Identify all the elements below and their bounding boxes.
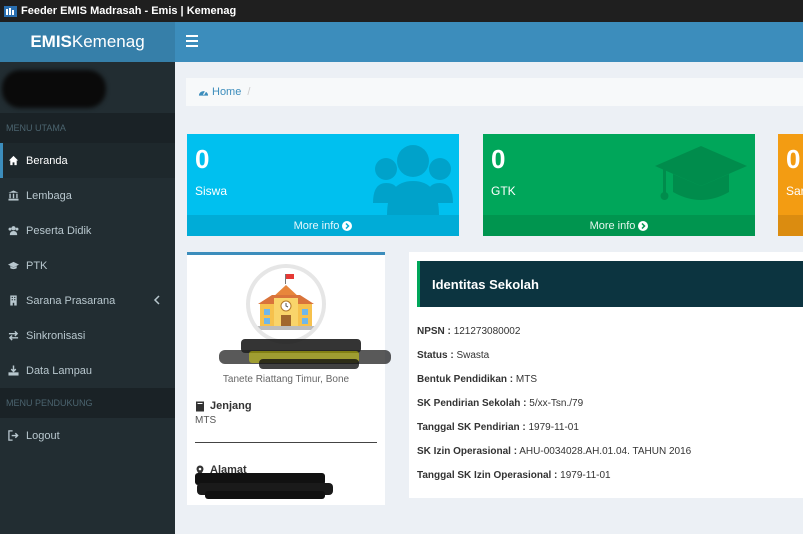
book-icon	[196, 401, 204, 411]
sidebar-item-label: Sinkronisasi	[26, 329, 86, 342]
stat-box-sarana: 0 Sar	[778, 134, 803, 236]
sidebar-item-beranda[interactable]: Beranda	[0, 143, 175, 178]
home-icon	[8, 155, 19, 166]
field-sk-izin-operasional: SK Izin Operasional : AHU-0034028.AH.01.…	[417, 446, 692, 457]
sidebar: MENU UTAMA Beranda Lembaga Peserta Didik…	[0, 62, 175, 534]
redacted-user-info	[2, 70, 106, 108]
download-icon	[8, 365, 19, 376]
field-bentuk-pendidikan: Bentuk Pendidikan : MTS	[417, 374, 538, 385]
sidebar-item-lembaga[interactable]: Lembaga	[0, 178, 175, 213]
sidebar-section-support: MENU PENDUKUNG	[0, 388, 175, 418]
user-panel	[0, 62, 175, 113]
school-profile-card: Tanete Riattang Timur, Bone Jenjang MTS …	[187, 252, 391, 505]
sidebar-item-label: Peserta Didik	[26, 224, 92, 237]
school-location: Tanete Riattang Timur, Bone	[222, 374, 350, 385]
siswa-label: Siswa	[195, 184, 228, 198]
users-icon	[8, 226, 19, 236]
field-sk-pendirian: SK Pendirian Sekolah : 5/xx-Tsn./79	[417, 398, 584, 409]
window-titlebar: Feeder EMIS Madrasah - Emis | Kemenag	[0, 0, 803, 22]
sidebar-item-peserta-didik[interactable]: Peserta Didik	[0, 213, 175, 248]
identitas-sekolah-title: Identitas Sekolah	[417, 261, 803, 307]
jenjang-value: MTS	[195, 415, 217, 426]
stat-box-gtk: 0 GTK More info	[483, 134, 755, 236]
siswa-more-info-link[interactable]: More info	[187, 215, 459, 236]
sidebar-section-main: MENU UTAMA	[0, 113, 175, 143]
arrow-circle-right-icon	[342, 220, 353, 231]
users-icon	[373, 145, 453, 215]
app-icon	[4, 5, 17, 17]
more-info-label: More info	[589, 219, 636, 232]
chevron-left-icon	[153, 295, 160, 305]
sarana-label: Sar	[786, 184, 803, 198]
dashboard-icon	[198, 90, 209, 96]
building-icon	[10, 295, 17, 306]
gtk-more-info-link[interactable]: More info	[483, 215, 755, 236]
logo-bold-text: EMIS	[30, 32, 72, 51]
exchange-icon	[8, 330, 19, 341]
sidebar-item-label: Lembaga	[26, 189, 72, 202]
jenjang-label: Jenjang	[195, 400, 252, 412]
breadcrumb: Home /	[186, 78, 803, 106]
breadcrumb-separator: /	[247, 86, 251, 98]
identitas-sekolah-card: Identitas Sekolah NPSN : 121273080002 St…	[409, 252, 803, 498]
divider	[195, 442, 377, 443]
gtk-count: 0	[491, 144, 506, 174]
sarana-count: 0	[786, 144, 801, 174]
sidebar-item-sinkronisasi[interactable]: Sinkronisasi	[0, 318, 175, 353]
redacted-school-name	[219, 339, 391, 369]
sidebar-item-label: Sarana Prasarana	[26, 294, 116, 307]
app-logo[interactable]: EMIS Kemenag	[0, 22, 175, 62]
sidebar-item-ptk[interactable]: PTK	[0, 248, 175, 283]
graduation-cap-icon	[655, 146, 747, 200]
field-npsn: NPSN : 121273080002	[417, 326, 521, 337]
sidebar-item-label: Data Lampau	[26, 364, 93, 377]
arrow-circle-right-icon	[638, 220, 649, 231]
sidebar-item-data-lampau[interactable]: Data Lampau	[0, 353, 175, 388]
school-building-icon	[256, 274, 316, 330]
logo-light-text: Kemenag	[71, 32, 145, 51]
bank-icon	[8, 190, 19, 201]
school-avatar	[246, 264, 326, 344]
more-info-label: More info	[293, 219, 340, 232]
gtk-label: GTK	[491, 184, 516, 198]
top-navbar	[175, 22, 803, 62]
field-tanggal-sk-pendirian: Tanggal SK Pendirian : 1979-11-01	[417, 422, 579, 433]
sidebar-item-label: PTK	[26, 259, 48, 272]
window-title: Feeder EMIS Madrasah - Emis | Kemenag	[21, 5, 237, 17]
graduation-cap-icon	[8, 261, 19, 270]
breadcrumb-home-link[interactable]: Home	[212, 86, 241, 98]
siswa-count: 0	[195, 144, 210, 174]
main-content: Home / 0 Siswa More info 0 GTK More info	[175, 62, 803, 534]
field-status: Status : Swasta	[417, 350, 490, 361]
sidebar-item-sarana-prasarana[interactable]: Sarana Prasarana	[0, 283, 175, 318]
sidebar-toggle-icon[interactable]	[186, 35, 198, 47]
sidebar-item-logout[interactable]: Logout	[0, 418, 175, 453]
sidebar-item-label: Logout	[26, 429, 60, 442]
sidebar-item-label: Beranda	[26, 154, 68, 167]
redacted-address	[195, 473, 333, 499]
sarana-more-info-link[interactable]	[778, 215, 803, 236]
stat-box-siswa: 0 Siswa More info	[187, 134, 459, 236]
sign-out-icon	[8, 430, 19, 441]
field-tanggal-sk-izin-operasional: Tanggal SK Izin Operasional : 1979-11-01	[417, 470, 611, 481]
